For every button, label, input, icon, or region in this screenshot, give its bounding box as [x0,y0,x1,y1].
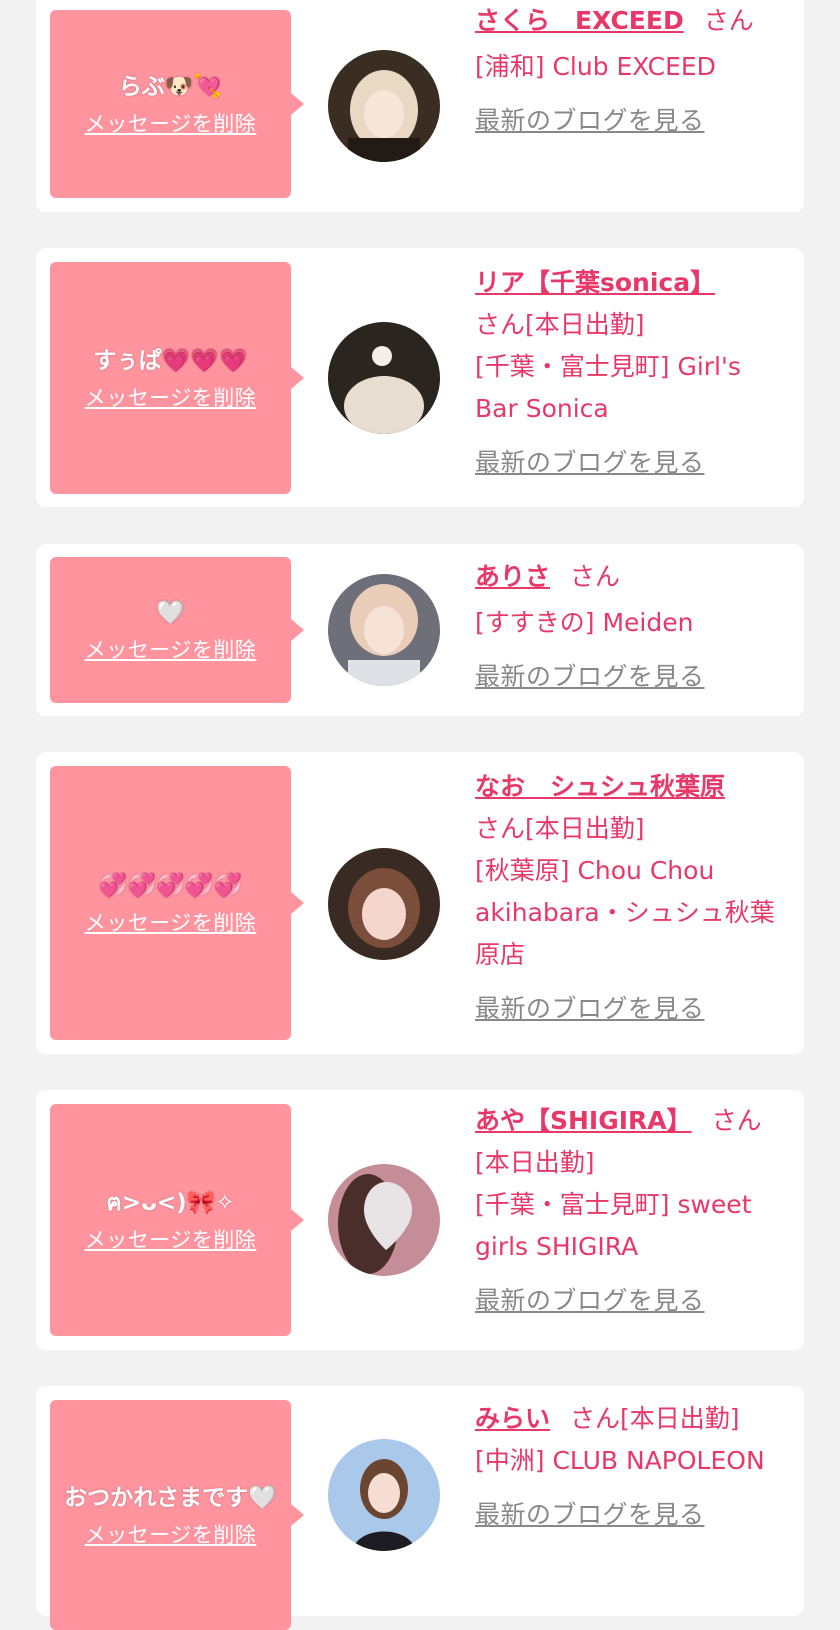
avatar[interactable] [328,50,440,162]
honorific: さん [570,1404,621,1433]
message-text: ฅ>ᴗ<)🎀✧ [106,1190,235,1216]
attendance-status: [本日出勤] [475,1148,595,1177]
latest-blog-link[interactable]: 最新のブログを見る [475,988,785,1030]
delete-message-link[interactable]: メッセージを削除 [85,1224,257,1254]
cast-info: ありさ さん [すすきの] Meiden 最新のブログを見る [475,556,785,698]
shop-name: [秋葉原] Chou Chou akihabara・シュシュ秋葉原店 [475,856,775,969]
message-bubble: ฅ>ᴗ<)🎀✧ メッセージを削除 [50,1104,304,1336]
shop-name: [千葉・富士見町] sweet girls SHIGIRA [475,1190,752,1261]
latest-blog-link[interactable]: 最新のブログを見る [475,656,785,698]
honorific: さん [570,562,621,591]
message-card: おつかれさまです🤍 メッセージを削除 みらい さん[本日出勤] [中洲] CLUB… [36,1386,804,1630]
message-text: らぶ🐶💘 [118,74,223,100]
honorific: さん [711,1106,762,1135]
message-card: らぶ🐶💘 メッセージを削除 さくら EXCEED さん [浦和] Club EXC… [36,0,804,212]
shop-name: [千葉・富士見町] Girl's Bar Sonica [475,352,741,423]
attendance-status: [本日出勤] [620,1404,740,1433]
delete-message-link[interactable]: メッセージを削除 [85,634,257,664]
message-card: すぅぱ💗💗💗 メッセージを削除 リア【千葉sonica】 さん[本日出勤] [千… [36,248,804,507]
cast-info: なお シュシュ秋葉原 さん[本日出勤] [秋葉原] Chou Chou akih… [475,766,785,1030]
delete-message-link[interactable]: メッセージを削除 [85,907,257,937]
attendance-status: [本日出勤] [525,310,645,339]
avatar[interactable] [328,574,440,686]
latest-blog-link[interactable]: 最新のブログを見る [475,1494,785,1536]
message-card: 🤍 メッセージを削除 ありさ さん [すすきの] Meiden 最新のブログを見る [36,544,804,716]
shop-name: [浦和] Club EXCEED [475,52,716,81]
cast-name-link[interactable]: なお シュシュ秋葉原 [475,772,725,801]
message-bubble: おつかれさまです🤍 メッセージを削除 [50,1400,304,1630]
honorific: さん [475,310,526,339]
cast-name-link[interactable]: リア【千葉sonica】 [475,268,715,297]
message-bubble: すぅぱ💗💗💗 メッセージを削除 [50,262,304,494]
cast-name-link[interactable]: あや【SHIGIRA】 [475,1106,692,1135]
message-bubble: 🤍 メッセージを削除 [50,557,304,703]
delete-message-link[interactable]: メッセージを削除 [85,382,257,412]
cast-info: みらい さん[本日出勤] [中洲] CLUB NAPOLEON 最新のブログを見る [475,1398,785,1536]
message-text: 🤍 [156,600,185,626]
cast-name-link[interactable]: さくら EXCEED [475,6,684,35]
delete-message-link[interactable]: メッセージを削除 [85,108,257,138]
message-text: 💞💞💞💞💞 [98,873,243,899]
message-list: らぶ🐶💘 メッセージを削除 さくら EXCEED さん [浦和] Club EXC… [0,0,840,1630]
cast-info: さくら EXCEED さん [浦和] Club EXCEED 最新のブログを見る [475,0,785,142]
latest-blog-link[interactable]: 最新のブログを見る [475,100,785,142]
cast-name-link[interactable]: みらい [475,1404,550,1433]
message-bubble: らぶ🐶💘 メッセージを削除 [50,10,304,198]
message-text: すぅぱ💗💗💗 [93,348,248,374]
honorific: さん [475,814,526,843]
latest-blog-link[interactable]: 最新のブログを見る [475,1280,785,1322]
avatar[interactable] [328,1164,440,1276]
avatar[interactable] [328,848,440,960]
shop-name: [中洲] CLUB NAPOLEON [475,1446,765,1475]
attendance-status: [本日出勤] [525,814,645,843]
shop-name: [すすきの] Meiden [475,608,694,637]
delete-message-link[interactable]: メッセージを削除 [85,1519,257,1549]
cast-info: あや【SHIGIRA】 さん [本日出勤] [千葉・富士見町] sweet girl… [475,1100,785,1322]
message-card: ฅ>ᴗ<)🎀✧ メッセージを削除 あや【SHIGIRA】 さん [本日出勤] [千葉… [36,1090,804,1350]
honorific: さん [703,6,754,35]
avatar[interactable] [328,322,440,434]
message-bubble: 💞💞💞💞💞 メッセージを削除 [50,766,304,1040]
avatar[interactable] [328,1439,440,1551]
message-text: おつかれさまです🤍 [64,1485,277,1511]
cast-info: リア【千葉sonica】 さん[本日出勤] [千葉・富士見町] Girl's B… [475,262,785,484]
cast-name-link[interactable]: ありさ [475,562,550,591]
message-card: 💞💞💞💞💞 メッセージを削除 なお シュシュ秋葉原 さん[本日出勤] [秋葉原]… [36,752,804,1054]
latest-blog-link[interactable]: 最新のブログを見る [475,442,785,484]
